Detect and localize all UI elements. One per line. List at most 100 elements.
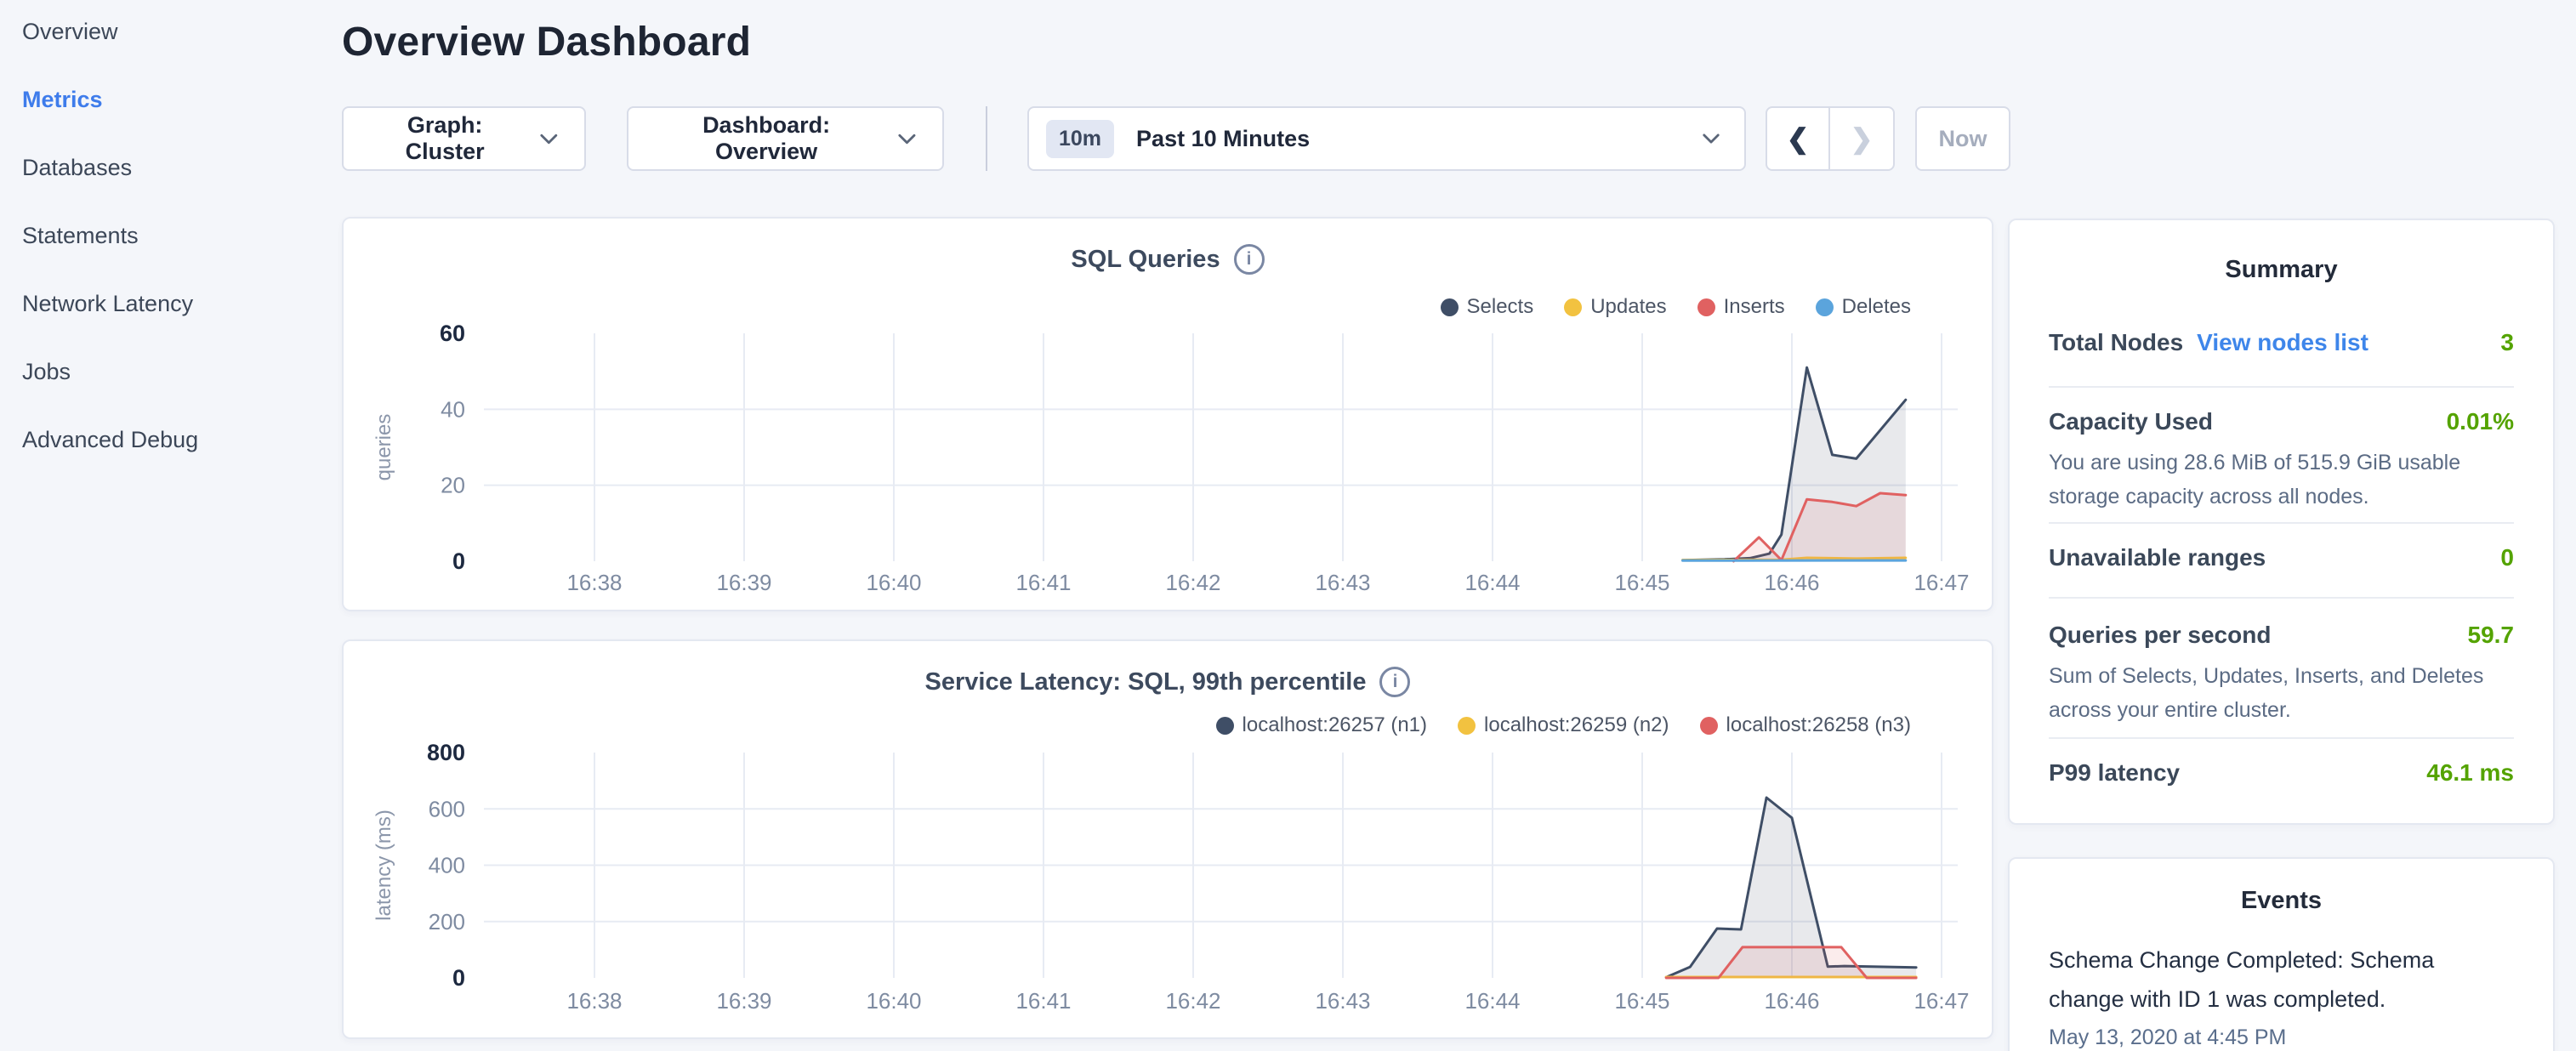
divider <box>2049 386 2514 388</box>
chart-plot: 16:38 16:39 16:40 16:41 16:42 16:43 16:44 16:45… <box>344 219 1995 617</box>
sidebar: OverviewMetricsDatabasesStatementsNetwor… <box>0 0 340 1051</box>
svg-text:16:39: 16:39 <box>716 570 771 595</box>
page-title: Overview Dashboard <box>342 19 751 65</box>
svg-text:16:41: 16:41 <box>1015 988 1071 1014</box>
summary-row-p99-latency: P99 latency 46.1 ms <box>2049 759 2514 787</box>
svg-text:16:40: 16:40 <box>866 988 921 1014</box>
chart-legend: Selects Updates Inserts Deletes <box>1441 295 1912 319</box>
chart-title: Service Latency: SQL, 99th percentile <box>925 668 1367 696</box>
svg-text:16:38: 16:38 <box>566 570 622 595</box>
summary-row-label: Total Nodes <box>2049 329 2183 356</box>
summary-row-value: 3 <box>2500 329 2514 356</box>
legend-dot <box>1216 717 1234 735</box>
svg-text:400: 400 <box>429 853 465 878</box>
svg-text:16:45: 16:45 <box>1614 570 1669 595</box>
sidebar-item-overview[interactable]: Overview <box>0 0 340 65</box>
chart-plot: 16:38 16:39 16:40 16:41 16:42 16:43 16:44 16:45… <box>344 641 1995 1045</box>
chart-canvas[interactable]: 16:38 16:39 16:40 16:41 16:42 16:43 16:44 16:45… <box>344 219 1995 613</box>
summary-row-label: Capacity Used <box>2049 408 2213 435</box>
svg-text:0: 0 <box>452 965 465 991</box>
summary-title: Summary <box>2010 256 2553 284</box>
svg-text:16:39: 16:39 <box>716 988 771 1014</box>
service-latency-chart-card: Service Latency: SQL, 99th percentile i … <box>342 639 1993 1039</box>
legend-item: localhost:26258 (n3) <box>1700 713 1911 737</box>
svg-text:16:41: 16:41 <box>1015 570 1071 595</box>
svg-text:0: 0 <box>452 548 465 574</box>
graph-dropdown-label: Graph: Cluster <box>369 112 520 165</box>
svg-text:16:42: 16:42 <box>1165 988 1220 1014</box>
view-nodes-link[interactable]: View nodes list <box>2197 329 2368 356</box>
dashboard-dropdown-label: Dashboard: Overview <box>654 112 879 165</box>
legend-label: Inserts <box>1724 295 1785 319</box>
divider <box>2049 522 2514 524</box>
graph-dropdown[interactable]: Graph: Cluster <box>342 106 586 171</box>
time-prev-button[interactable]: ❮ <box>1767 108 1830 169</box>
chevron-down-icon <box>539 133 559 145</box>
info-icon[interactable]: i <box>1234 244 1265 275</box>
event-item[interactable]: Schema Change Completed: Schema change w… <box>2049 940 2478 1050</box>
chart-legend: localhost:26257 (n1)localhost:26259 (n2)… <box>1216 713 1911 737</box>
sidebar-item-network-latency[interactable]: Network Latency <box>0 270 340 338</box>
svg-text:16:44: 16:44 <box>1464 570 1520 595</box>
chevron-down-icon <box>897 133 917 145</box>
summary-row-description: Sum of Selects, Updates, Inserts, and De… <box>2049 659 2514 727</box>
legend-label: Deletes <box>1842 295 1911 319</box>
chart-canvas[interactable]: 16:38 16:39 16:40 16:41 16:42 16:43 16:44 16:45… <box>344 641 1995 1041</box>
summary-row-value: 46.1 ms <box>2426 759 2514 787</box>
legend-label: Updates <box>1590 295 1666 319</box>
info-icon[interactable]: i <box>1379 667 1410 697</box>
time-window-nav: ❮ ❯ <box>1766 106 1895 171</box>
legend-item: Inserts <box>1697 295 1785 319</box>
summary-row-label: Queries per second <box>2049 622 2271 649</box>
time-range-dropdown[interactable]: 10m Past 10 Minutes <box>1027 106 1746 171</box>
summary-row-description: You are using 28.6 MiB of 515.9 GiB usab… <box>2049 446 2514 514</box>
events-panel: Events Schema Change Completed: Schema c… <box>2008 857 2555 1051</box>
svg-text:latency (ms): latency (ms) <box>372 810 395 921</box>
sidebar-item-metrics[interactable]: Metrics <box>0 65 340 134</box>
summary-panel: Summary Total Nodes View nodes list 3 Ca… <box>2008 219 2555 825</box>
svg-text:16:46: 16:46 <box>1764 570 1819 595</box>
event-text: Schema Change Completed: Schema change w… <box>2049 940 2478 1019</box>
legend-label: localhost:26258 (n3) <box>1726 713 1911 737</box>
legend-dot <box>1816 298 1834 316</box>
sidebar-item-advanced-debug[interactable]: Advanced Debug <box>0 406 340 474</box>
svg-text:16:46: 16:46 <box>1764 988 1819 1014</box>
sidebar-list: OverviewMetricsDatabasesStatementsNetwor… <box>0 0 340 474</box>
svg-text:16:43: 16:43 <box>1315 570 1370 595</box>
summary-row-label: P99 latency <box>2049 759 2180 787</box>
svg-text:600: 600 <box>429 796 465 821</box>
summary-row-unavailable-ranges: Unavailable ranges 0 <box>2049 544 2514 571</box>
event-timestamp: May 13, 2020 at 4:45 PM <box>2049 1025 2478 1050</box>
chevron-down-icon <box>1702 133 1720 145</box>
summary-row-capacity: Capacity Used 0.01% You are using 28.6 M… <box>2049 408 2514 514</box>
svg-text:16:43: 16:43 <box>1315 988 1370 1014</box>
summary-row-label: Unavailable ranges <box>2049 544 2266 571</box>
time-next-button[interactable]: ❯ <box>1830 108 1893 169</box>
events-title: Events <box>2010 887 2553 915</box>
sidebar-item-databases[interactable]: Databases <box>0 134 340 202</box>
sql-queries-chart-card: SQL Queries i SelectsUpdatesInsertsDelet… <box>342 217 1993 611</box>
svg-text:16:45: 16:45 <box>1614 988 1669 1014</box>
sidebar-item-statements[interactable]: Statements <box>0 202 340 270</box>
svg-text:16:42: 16:42 <box>1165 570 1220 595</box>
svg-text:16:44: 16:44 <box>1464 988 1520 1014</box>
svg-text:16:38: 16:38 <box>566 988 622 1014</box>
toolbar-divider <box>986 106 987 171</box>
legend-item: localhost:26257 (n1) <box>1216 713 1427 737</box>
legend-label: localhost:26257 (n1) <box>1243 713 1427 737</box>
svg-text:20: 20 <box>441 473 465 498</box>
now-button[interactable]: Now <box>1915 106 2010 171</box>
svg-text:queries: queries <box>372 414 395 481</box>
svg-text:16:40: 16:40 <box>866 570 921 595</box>
svg-text:800: 800 <box>427 740 465 765</box>
svg-text:16:47: 16:47 <box>1914 570 1969 595</box>
time-range-badge: 10m <box>1046 120 1114 158</box>
divider <box>2049 597 2514 599</box>
summary-row-qps: Queries per second 59.7 Sum of Selects, … <box>2049 622 2514 727</box>
legend-dot <box>1458 717 1476 735</box>
sidebar-item-jobs[interactable]: Jobs <box>0 338 340 406</box>
legend-label: Selects <box>1467 295 1534 319</box>
dashboard-dropdown[interactable]: Dashboard: Overview <box>627 106 944 171</box>
legend-item: Selects <box>1441 295 1534 319</box>
svg-text:200: 200 <box>429 909 465 935</box>
